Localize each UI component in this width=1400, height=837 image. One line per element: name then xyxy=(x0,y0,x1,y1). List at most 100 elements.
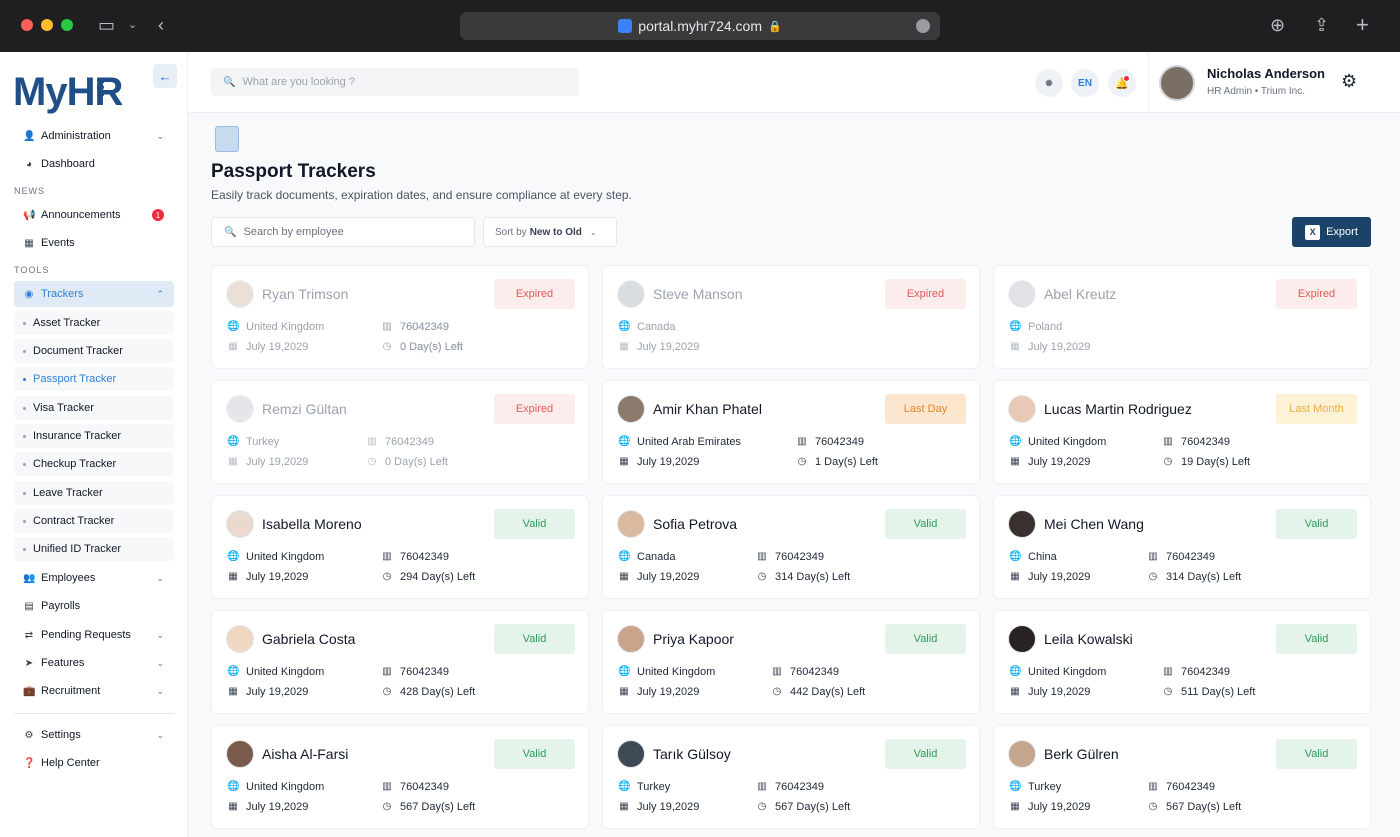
passport-icon: ▥ xyxy=(367,436,377,447)
sidebar-item-events[interactable]: ▦ Events xyxy=(14,230,174,256)
country-row: 🌐 United Kingdom xyxy=(1009,666,1106,678)
logo[interactable]: MyHR 724 xyxy=(13,72,123,112)
sidebar-subitem-leave-tracker[interactable]: Leave Tracker xyxy=(14,481,174,505)
address-bar[interactable]: portal.myhr724.com 🔒 xyxy=(460,12,940,40)
status-badge: Expired xyxy=(885,279,966,309)
sort-dropdown[interactable]: Sort by New to Old ⌄ xyxy=(483,217,617,247)
sidebar-item-announcements[interactable]: 📢 Announcements 1 xyxy=(14,202,174,228)
gear-icon[interactable]: ⚙ xyxy=(1341,71,1357,92)
tracker-card[interactable]: Remzi Gültan Expired 🌐 Turkey ▦ July 19,2029 ▥… xyxy=(211,380,589,484)
days-left: 0 Day(s) Left xyxy=(385,456,448,468)
sidebar-subitem-label: Unified ID Tracker xyxy=(33,543,122,555)
tracker-card[interactable]: Sofia Petrova Valid 🌐 Canada ▦ July 19,2029 ▥ 7… xyxy=(602,495,980,599)
status-badge: Expired xyxy=(494,394,575,424)
sidebar-subitem-document-tracker[interactable]: Document Tracker xyxy=(14,339,174,363)
status-badge: Valid xyxy=(885,509,966,539)
globe-icon: 🌐 xyxy=(227,436,240,447)
sidebar-item-recruitment[interactable]: 💼 Recruitment ⌄ xyxy=(14,678,174,704)
tracker-card[interactable]: Mei Chen Wang Valid 🌐 China ▦ July 19,2029 ▥ 76… xyxy=(993,495,1371,599)
theme-toggle-button[interactable]: ✹ xyxy=(1035,69,1063,97)
expiry-date: July 19,2029 xyxy=(246,686,309,698)
share-icon[interactable]: ⇪ xyxy=(1314,14,1329,36)
country-row: 🌐 United Arab Emirates xyxy=(618,436,741,448)
tracker-card[interactable]: Abel Kreutz Expired 🌐 Poland ▦ July 19,2029 ▥ 7… xyxy=(382,265,1371,369)
tracker-card[interactable]: Isabella Moreno Valid 🌐 United Kingdom ▦ July… xyxy=(211,495,589,599)
new-tab-icon[interactable]: + xyxy=(1356,14,1369,36)
topbar: 🔍 What are you looking ? ✹ EN 🔔 Nicholas … xyxy=(188,52,1400,113)
sidebar-subitem-label: Checkup Tracker xyxy=(33,458,117,470)
employee-search-input[interactable]: 🔍 Search by employee xyxy=(211,217,475,247)
country-text: United Arab Emirates xyxy=(637,436,741,448)
country-text: Turkey xyxy=(246,436,280,448)
expiry-date: July 19,2029 xyxy=(637,686,700,698)
sidebar-subitem-checkup-tracker[interactable]: Checkup Tracker xyxy=(14,452,174,476)
tracker-card[interactable]: Gabriela Costa Valid 🌐 United Kingdom ▦ July … xyxy=(211,610,589,714)
bullet-icon xyxy=(23,377,26,381)
sidebar-item-payrolls[interactable]: ▤ Payrolls xyxy=(14,593,174,619)
sidebar-item-dashboard[interactable]: ◕ Dashboard xyxy=(14,151,174,177)
country-row: 🌐 United Kingdom xyxy=(618,666,715,678)
notifications-button[interactable]: 🔔 xyxy=(1108,69,1136,97)
search-placeholder: Search by employee xyxy=(243,226,344,238)
close-window-button[interactable] xyxy=(21,19,33,31)
sidebar-item-features[interactable]: ➤ Features ⌄ xyxy=(14,650,174,676)
chevron-down-icon: ⌄ xyxy=(156,657,164,668)
sidebar-item-help-center[interactable]: ❓ Help Center xyxy=(14,750,174,776)
global-search-input[interactable]: 🔍 What are you looking ? xyxy=(211,68,579,96)
sidebar-subitem-passport-tracker[interactable]: Passport Tracker xyxy=(14,367,174,391)
sidebar-item-label: Administration xyxy=(41,130,111,142)
sidebar-subitem-asset-tracker[interactable]: Asset Tracker xyxy=(14,311,174,335)
back-icon[interactable]: ‹ xyxy=(158,14,164,36)
globe-icon: 🌐 xyxy=(1009,436,1022,447)
sidebar-toggle-icon[interactable]: ▭ xyxy=(98,14,115,36)
days-left: 567 Day(s) Left xyxy=(400,801,476,813)
tracker-card[interactable]: Steve Manson Expired 🌐 Canada ▦ July 19,2029 ▥… xyxy=(382,265,980,369)
globe-icon: 🌐 xyxy=(227,666,240,677)
status-badge: Valid xyxy=(494,509,575,539)
export-button[interactable]: X Export xyxy=(1292,217,1371,247)
sidebar-subitem-insurance-tracker[interactable]: Insurance Tracker xyxy=(14,424,174,448)
avatar[interactable] xyxy=(1159,65,1195,101)
more-icon[interactable] xyxy=(916,19,930,33)
calendar-icon: ▦ xyxy=(228,801,238,812)
excel-icon: X xyxy=(1305,224,1321,240)
tracker-card[interactable]: Berk Gülren Valid 🌐 Turkey ▦ July 19,2029 ▥ 760… xyxy=(993,725,1371,829)
download-icon[interactable]: ⊕ xyxy=(1270,14,1285,36)
chevron-down-icon: ⌄ xyxy=(156,729,164,740)
passport-row: ▥ 76042349 xyxy=(796,436,864,448)
sidebar-item-settings[interactable]: ⚙ Settings ⌄ xyxy=(14,722,174,748)
collapse-sidebar-button[interactable]: ← xyxy=(153,64,177,88)
sidebar-subitem-visa-tracker[interactable]: Visa Tracker xyxy=(14,396,174,420)
tracker-card[interactable]: Leila Kowalski Valid 🌐 United Kingdom ▦ July … xyxy=(993,610,1371,714)
calendar-icon: ▦ xyxy=(228,686,238,697)
minimize-window-button[interactable] xyxy=(41,19,53,31)
chevron-down-icon[interactable]: ⌄ xyxy=(128,14,137,36)
sidebar-item-employees[interactable]: 👥 Employees ⌄ xyxy=(14,565,174,591)
tracker-card[interactable]: Tarık Gülsoy Valid 🌐 Turkey ▦ July 19,2029 ▥ 76… xyxy=(602,725,980,829)
sidebar-item-label: Events xyxy=(41,237,75,249)
sidebar-subitem-contract-tracker[interactable]: Contract Tracker xyxy=(14,509,174,533)
status-badge: Valid xyxy=(1276,739,1357,769)
tracker-card[interactable]: Ryan Trimson Expired 🌐 United Kingdom ▦ July … xyxy=(211,265,589,369)
country-text: Turkey xyxy=(1028,781,1062,793)
sidebar-item-trackers[interactable]: ◉ Trackers ⌃ xyxy=(14,281,174,307)
tracker-card[interactable]: Lucas Martin Rodriguez Last Month 🌐 United … xyxy=(993,380,1371,484)
passport-row: ▥ 76042349 xyxy=(756,551,824,563)
sidebar-item-label: Employees xyxy=(41,572,96,584)
section-news: NEWS xyxy=(14,186,45,196)
tracker-card[interactable]: Priya Kapoor Valid 🌐 United Kingdom ▦ July 19… xyxy=(602,610,980,714)
globe-icon: 🌐 xyxy=(618,551,631,562)
sidebar-item-administration[interactable]: 👤 Administration ⌄ xyxy=(14,123,174,149)
maximize-window-button[interactable] xyxy=(61,19,73,31)
passport-icon: ▥ xyxy=(1163,666,1173,677)
passport-icon: ▥ xyxy=(1148,551,1158,562)
tracker-card[interactable]: Amir Khan Phatel Last Day 🌐 United Arab Emi… xyxy=(602,380,980,484)
language-button[interactable]: EN xyxy=(1071,69,1099,97)
passport-icon: ▥ xyxy=(382,321,392,332)
sidebar-item-pending-requests[interactable]: ⇄ Pending Requests ⌄ xyxy=(14,622,174,648)
clock-icon: ◷ xyxy=(382,341,392,352)
tracker-card[interactable]: Aisha Al-Farsi Valid 🌐 United Kingdom ▦ July … xyxy=(211,725,589,829)
sidebar-subitem-unified-id-tracker[interactable]: Unified ID Tracker xyxy=(14,537,174,561)
days-left-row: ◷ 19 Day(s) Left xyxy=(1162,456,1250,468)
globe-icon: 🌐 xyxy=(227,321,240,332)
